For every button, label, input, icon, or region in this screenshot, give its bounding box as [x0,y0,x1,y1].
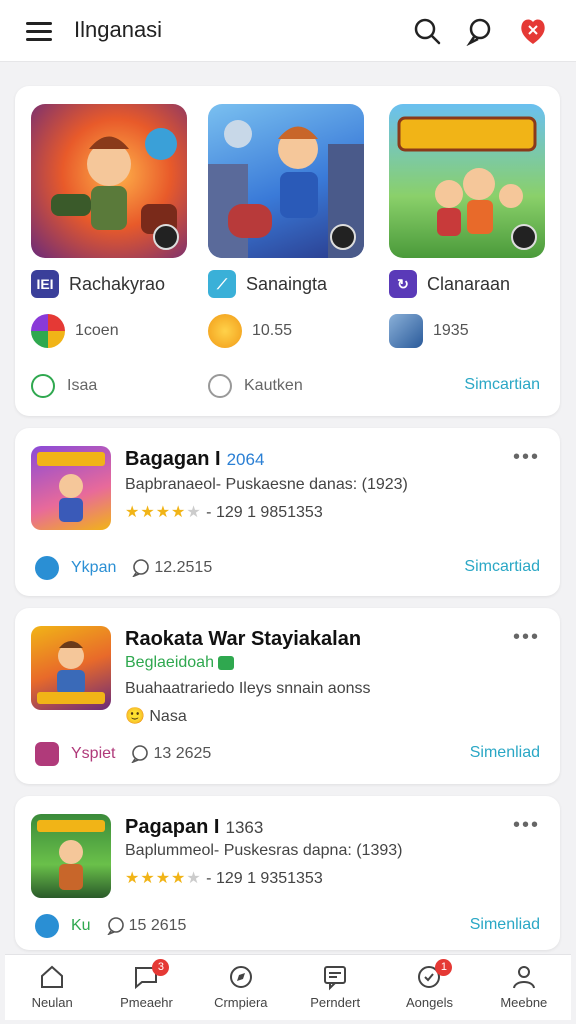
game-art-thumbnail[interactable] [208,104,364,258]
coin-icon [208,314,242,348]
featured-link[interactable]: Simcartian [464,376,540,394]
star-rating: ★★★★★ [125,870,202,887]
developer-icon [35,742,59,766]
game-thumbnail[interactable] [31,446,111,530]
verified-icon [218,655,235,670]
emoji-icon: 🙂 [125,708,145,725]
extra-row: 🙂 Nasa [125,708,187,725]
game-stat: 1coen [75,322,119,339]
nav-label: Pmeaehr [120,995,173,1010]
game-name: Clanaraan [427,273,511,294]
game-badge-icon [330,224,356,250]
message-icon [324,966,347,991]
app-icon: ↻ [389,270,417,298]
developer-label[interactable]: Ku [71,917,91,935]
page-title: Ilnganasi [74,17,163,42]
home-icon [41,965,64,988]
version-label: 1363 [225,818,264,837]
profile-icon [512,966,535,989]
list-link[interactable]: Simenliad [470,916,540,934]
nav-item-profile[interactable]: Meebne [477,955,571,1020]
game-art-thumbnail[interactable] [31,104,187,258]
list-item[interactable]: Raokata War Stayiakalan ••• Beglaeidoah … [15,608,560,784]
game-title: Bagagan I 2064 [125,448,265,470]
game-thumbnail[interactable] [31,814,111,898]
star-rating: ★★★★★ [125,504,202,521]
nav-label: Neulan [31,995,73,1010]
more-options-icon[interactable]: ••• [513,814,540,837]
nav-item-messages[interactable]: 3 Pmeaehr [99,955,193,1020]
game-action-label[interactable]: Kautken [244,377,303,395]
tag-row: Beglaeidoah [125,654,235,672]
comments-count[interactable]: 13 2625 [131,745,211,763]
developer-icon [35,914,59,938]
more-options-icon[interactable]: ••• [513,626,540,649]
game-action-label[interactable]: Isaa [67,377,97,395]
game-art-thumbnail[interactable] [389,104,545,258]
game-stat: 10.55 [252,322,293,339]
search-icon[interactable] [412,16,442,46]
notification-count-badge: 3 [152,959,170,976]
nav-item-explore[interactable]: Crmpiera [194,955,288,1020]
list-item[interactable]: Bagagan I 2064 ••• Bapbranaeol- Puskaesne… [15,428,560,596]
compass-icon [229,966,252,988]
more-options-icon[interactable]: ••• [513,446,540,469]
category-icon [31,314,65,348]
game-thumbnail[interactable] [31,626,111,710]
list-link[interactable]: Simcartiad [464,558,540,576]
tool-icon [389,314,423,348]
featured-game-3[interactable]: ↻ Clanaraan 1935 [389,104,545,348]
featured-game-1[interactable]: IEI Rachakyrao 1coen Isaa [31,104,187,398]
game-badge-icon [153,224,179,250]
top-bar: Ilnganasi [0,0,576,62]
nav-item-home[interactable]: Neulan [5,955,99,1020]
developer-label[interactable]: Ykpan [71,559,116,577]
game-name: Rachakyrao [69,273,166,294]
nav-item-chat[interactable]: Perndert [288,955,382,1020]
developer-icon [35,556,59,580]
featured-card: IEI Rachakyrao 1coen Isaa ⟋ Sanaingta 10… [15,86,560,416]
game-title: Pagapan I 1363 [125,816,264,838]
hamburger-menu-icon[interactable] [26,22,52,42]
app-icon: IEI [31,270,59,298]
nav-label: Perndert [310,995,361,1010]
rating-row: ★★★★★ - 129 1 9351353 [125,870,323,887]
game-subtitle: Buahaatrariedo Ileys snnain aonss [125,680,371,697]
nav-label: Meebne [500,995,548,1010]
download-icon[interactable] [31,374,55,398]
list-link[interactable]: Simenliad [470,744,540,762]
notification-badge-icon[interactable] [518,16,548,46]
nav-label: Crmpiera [214,995,268,1010]
game-stat: 1935 [433,322,469,339]
comment-icon [132,559,150,577]
featured-game-2[interactable]: ⟋ Sanaingta 10.55 Kautken [208,104,364,398]
app-icon: ⟋ [208,270,236,298]
game-title: Raokata War Stayiakalan [125,628,362,650]
game-subtitle: Baplummeol- Puskesras dapna: (1393) [125,842,403,859]
bottom-navigation: Neulan 3 Pmeaehr Crmpiera Perndert 1 Aon… [5,954,571,1020]
chat-search-icon[interactable] [466,16,496,46]
nav-item-alerts[interactable]: 1 Aongels [382,955,476,1020]
game-name: Sanaingta [246,273,328,294]
game-subtitle: Bapbranaeol- Puskaesne danas: (1923) [125,476,408,493]
comment-icon [106,917,124,935]
game-badge-icon [511,224,537,250]
developer-label[interactable]: Yspiet [71,745,115,763]
version-label: 2064 [226,450,265,469]
comments-count[interactable]: 12.2515 [132,559,212,577]
rating-row: ★★★★★ - 129 1 9851353 [125,504,323,521]
notification-count-badge: 1 [435,959,453,976]
list-item[interactable]: Pagapan I 1363 ••• Baplummeol- Puskesras … [15,796,560,950]
comment-icon [131,745,149,763]
comments-count[interactable]: 15 2615 [106,917,186,935]
nav-label: Aongels [405,995,453,1010]
download-icon[interactable] [208,374,232,398]
